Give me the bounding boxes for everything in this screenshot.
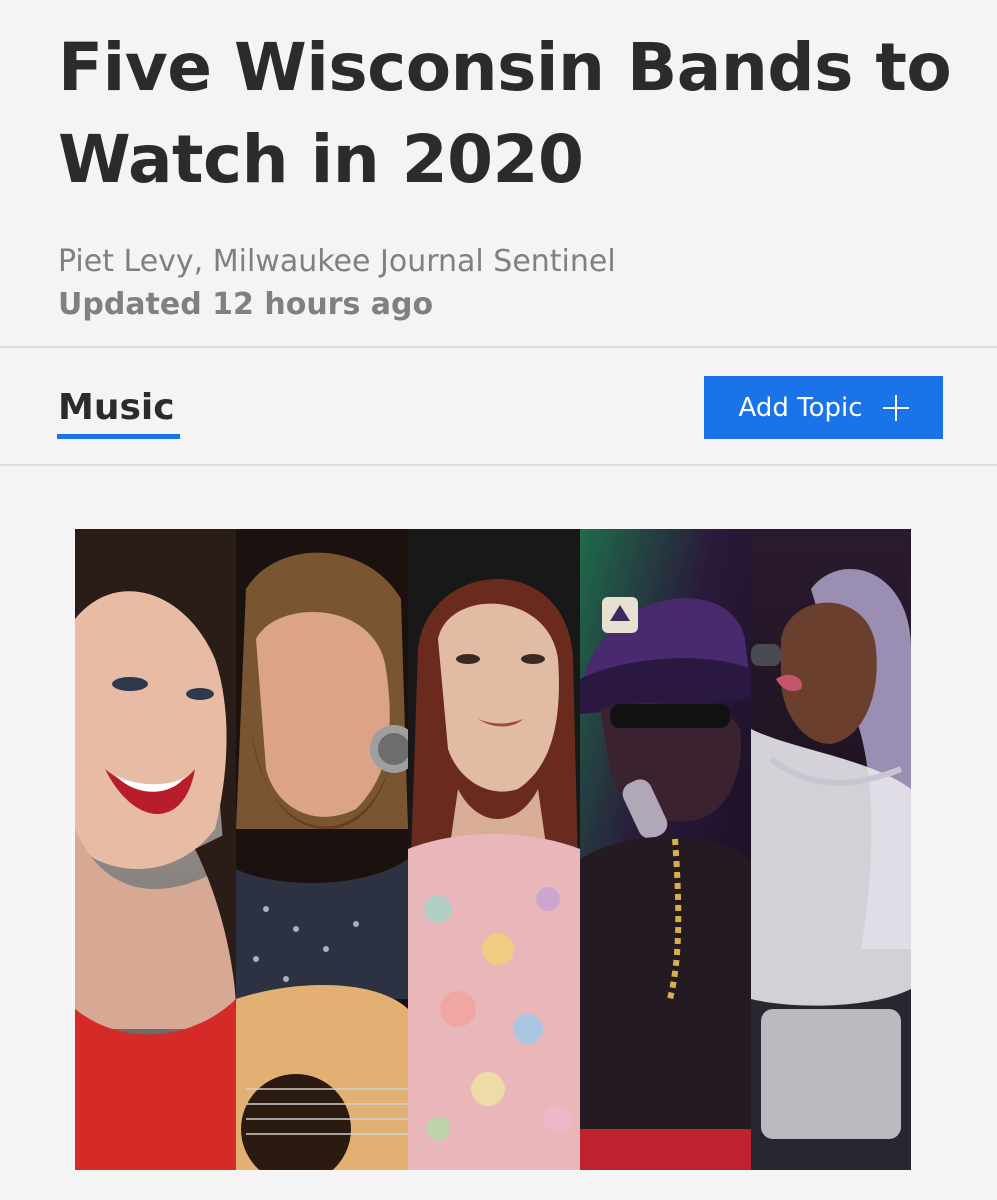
article-title: Five Wisconsin Bands to Watch in 2020 (58, 29, 952, 198)
article-updated-time: Updated 12 hours ago (58, 287, 434, 322)
musician-photo-1 (75, 529, 236, 1170)
musician-photo-5 (751, 529, 911, 1170)
topic-underline (57, 434, 180, 439)
hero-image[interactable] (75, 529, 911, 1170)
musician-photo-2 (236, 529, 408, 1170)
add-topic-label: Add Topic (738, 392, 863, 423)
musician-photo-3 (408, 529, 580, 1170)
musician-photo-4 (580, 529, 751, 1170)
divider (0, 346, 997, 348)
plus-icon (882, 394, 909, 421)
add-topic-button[interactable]: Add Topic (704, 376, 943, 439)
article-byline: Piet Levy, Milwaukee Journal Sentinel (58, 244, 616, 279)
divider (0, 464, 997, 466)
topic-link-music[interactable]: Music (58, 384, 175, 432)
article-header: Five Wisconsin Bands to Watch in 2020 Pi… (0, 0, 997, 346)
